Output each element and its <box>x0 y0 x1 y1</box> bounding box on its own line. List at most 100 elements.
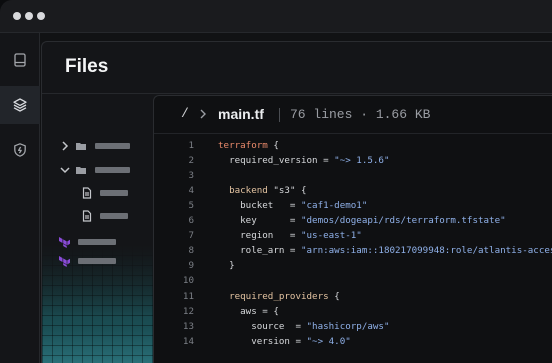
code-token: terraform <box>218 139 268 151</box>
line-number: 14 <box>182 335 194 347</box>
code-editor: / main.tf 76 lines · 1.66 KB 1 terraform … <box>153 95 552 363</box>
line-number: 4 <box>188 184 194 196</box>
line-number: 7 <box>188 230 194 242</box>
code-token: role_arn = <box>218 245 301 257</box>
line-text: required_version = "~> 1.5.6" <box>218 154 390 166</box>
code-token: required_version = <box>218 154 335 166</box>
layers-icon <box>13 98 27 112</box>
line-number: 9 <box>188 260 194 272</box>
code-token: key = <box>218 215 301 226</box>
code-token: region = <box>218 230 301 242</box>
chevron-right-icon <box>200 109 206 119</box>
line-text: backend "s3" { <box>218 184 307 196</box>
terraform-icon <box>59 256 70 267</box>
line-text: version = "~> 4.0" <box>218 336 351 347</box>
tree-row-folder[interactable] <box>59 162 130 178</box>
code-line: 2 required_version = "~> 1.5.6" <box>154 153 552 167</box>
divider <box>279 108 280 122</box>
file-tree <box>42 95 153 363</box>
tree-row-terraform[interactable] <box>58 253 116 269</box>
window-dot[interactable] <box>13 12 21 20</box>
tree-item-placeholder <box>78 258 116 264</box>
code-line: 4 backend "s3" { <box>154 183 552 197</box>
line-text: aws = { <box>218 306 279 317</box>
line-number: 3 <box>188 169 194 181</box>
chevron-down-icon <box>60 167 70 174</box>
tree-row-terraform[interactable] <box>58 234 116 250</box>
line-text: key = "demos/dogeapi/rds/terraform.tfsta… <box>218 215 506 226</box>
book-icon <box>14 53 26 67</box>
code-line: 1 terraform { <box>154 138 552 152</box>
rail-item-book[interactable] <box>0 41 40 79</box>
line-number: 11 <box>182 290 194 302</box>
window-dot[interactable] <box>37 12 45 20</box>
code-token: { <box>267 139 279 151</box>
line-number: 6 <box>188 215 194 226</box>
file-icon <box>82 187 92 199</box>
line-number: 13 <box>182 320 194 332</box>
code-line: 6 key = "demos/dogeapi/rds/terraform.tfs… <box>154 214 552 228</box>
title-bar <box>0 0 552 33</box>
tree-item-placeholder <box>100 213 128 219</box>
code-token: "arn:aws:iam::180217099948:role/atlantis… <box>300 245 552 257</box>
code-line: 8 role_arn = "arn:aws:iam::180217099948:… <box>154 244 552 258</box>
code-token: bucket = <box>218 199 301 211</box>
code-token: version = <box>218 335 307 347</box>
tree-item-placeholder <box>95 143 130 149</box>
code-token: "demos/dogeapi/rds/terraform.tfstate" <box>300 215 506 226</box>
line-number: 5 <box>188 199 194 211</box>
code-line: 10 <box>154 274 552 288</box>
window-dot[interactable] <box>25 12 33 20</box>
rail-item-shield[interactable] <box>0 131 40 169</box>
code-token: "us-east-1" <box>300 230 362 242</box>
code-line: 9 } <box>154 259 552 273</box>
code-token: "~> 1.5.6" <box>334 154 390 166</box>
code-token: "hashicorp/aws" <box>306 320 390 332</box>
code-token: "caf1-demo1" <box>300 199 368 211</box>
line-number: 12 <box>182 305 194 317</box>
line-text: source = "hashicorp/aws" <box>218 320 390 332</box>
code-token: backend <box>229 184 268 196</box>
tree-item-placeholder <box>95 167 130 173</box>
line-text: required_providers { <box>218 291 340 302</box>
code-line: 3 <box>154 168 552 182</box>
line-number: 10 <box>182 275 194 287</box>
line-text: } <box>218 260 235 271</box>
code-token: source = <box>218 320 307 332</box>
line-number: 8 <box>188 245 194 257</box>
code-line: 11 required_providers { <box>154 289 552 303</box>
line-number: 1 <box>188 139 194 151</box>
line-text: terraform { <box>218 140 279 151</box>
code-token: required_providers <box>229 290 329 302</box>
tree-item-placeholder <box>100 190 128 196</box>
tree-row-folder[interactable] <box>59 138 130 154</box>
folder-icon <box>76 143 86 150</box>
rail-item-layers[interactable] <box>0 86 40 124</box>
code-token: { <box>328 290 340 302</box>
chevron-right-icon <box>62 141 69 151</box>
line-text: role_arn = "arn:aws:iam::180217099948:ro… <box>218 245 552 256</box>
files-panel: Files / main.tf 76 lines · 1.66 KB 1 ter… <box>41 41 552 363</box>
code-line: 12 aws = { <box>154 304 552 318</box>
app-window: Files / main.tf 76 lines · 1.66 KB 1 ter… <box>0 0 552 363</box>
shield-icon <box>14 143 26 157</box>
line-text: bucket = "caf1-demo1" <box>218 200 367 211</box>
tree-row-file[interactable] <box>81 208 128 224</box>
code-line: 7 region = "us-east-1" <box>154 229 552 243</box>
file-icon <box>82 210 92 222</box>
code-token: aws = { <box>218 305 279 317</box>
editor-breadcrumb: / main.tf 76 lines · 1.66 KB <box>154 96 552 134</box>
tree-item-placeholder <box>78 239 116 245</box>
tree-row-file[interactable] <box>81 185 128 201</box>
line-number: 2 <box>188 154 194 166</box>
terraform-icon <box>59 237 70 248</box>
file-meta: 76 lines · 1.66 KB <box>290 107 431 122</box>
code-token: "s3" { <box>267 184 307 196</box>
breadcrumb-root[interactable]: / <box>181 106 189 121</box>
code-token: "~> 4.0" <box>306 335 351 347</box>
page-title: Files <box>65 56 109 77</box>
code-line: 5 bucket = "caf1-demo1" <box>154 198 552 212</box>
code-line: 14 version = "~> 4.0" <box>154 334 552 348</box>
